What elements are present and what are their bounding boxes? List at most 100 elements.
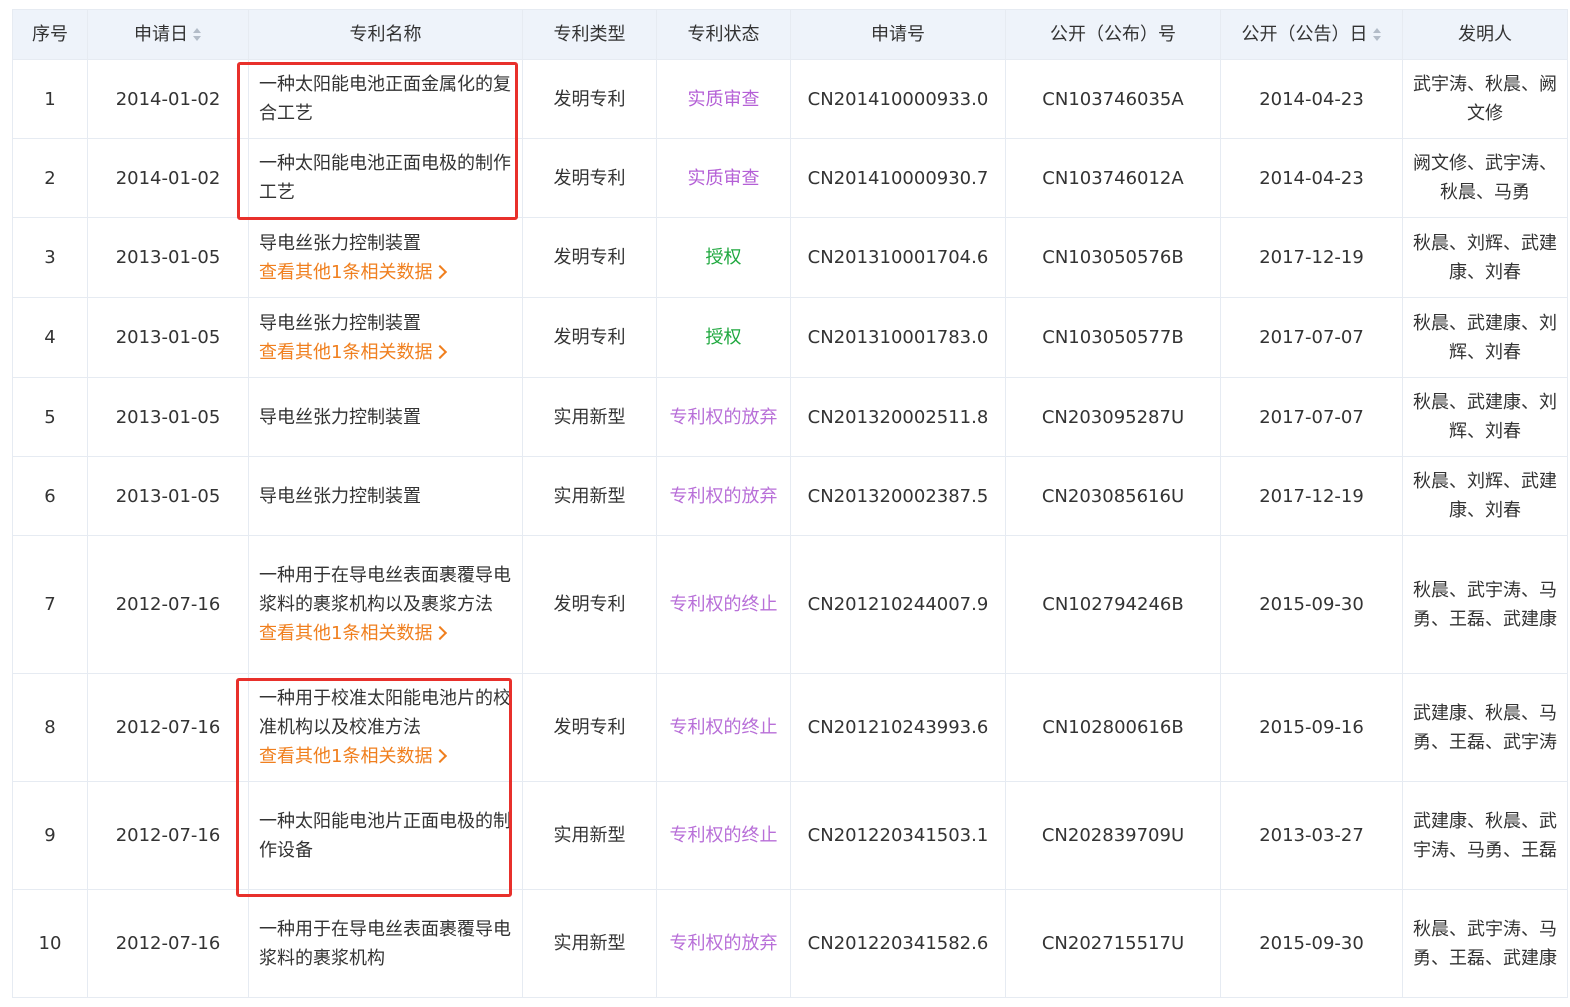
cell-pub-date-text: 2017-12-19 [1259,247,1364,268]
patent-name-text: 一种用于在导电丝表面裹覆导电浆料的裹浆机构 [259,918,511,969]
cell-patent-status-text: 专利权的终止 [669,717,778,738]
cell-pub-date-text: 2017-07-07 [1259,327,1364,348]
cell-app-no-text: CN201410000930.7 [807,167,989,189]
patent-name-text: 一种太阳能电池正面电极的制作工艺 [259,153,511,203]
cell-pub-date: 2015-09-30 [1220,535,1403,674]
cell-pub-no-text: CN203085616U [1041,485,1185,507]
cell-app-no: CN201320002511.8 [790,377,1006,457]
cell-pub-date-text: 2017-07-07 [1259,406,1364,428]
cell-inventors: 秋晨、刘辉、武建康、刘春 [1402,456,1568,536]
cell-patent-type-text: 发明专利 [553,167,626,189]
related-data-link[interactable]: 查看其他1条相关数据 [259,742,516,771]
patent-name-text: 导电丝张力控制装置 [259,406,421,428]
related-data-link[interactable]: 查看其他1条相关数据 [259,338,516,367]
cell-patent-type: 发明专利 [522,217,657,298]
cell-no: 5 [12,377,88,457]
cell-pub-date-text: 2013-03-27 [1259,825,1364,846]
patent-table-wrapper: 序号 申请日 专利名称 专利类型 专利状态 申请号 公开（公布）号 公开（公告）日 发明人 1 2… [12,9,1568,998]
header-col-inventors: 发明人 [1402,9,1568,60]
cell-app-no-text: CN201220341582.6 [807,933,989,954]
cell-pub-date-text: 2015-09-30 [1259,933,1364,954]
table-row: 1 2014-01-02 一种太阳能电池正面金属化的复合工艺 发明专利 实质审查 CN20… [12,59,1568,139]
cell-app-no-text: CN201310001704.6 [807,247,989,268]
cell-pub-no-text: CN202715517U [1041,933,1185,954]
cell-patent-type: 实用新型 [522,377,657,457]
cell-app-date-text: 2014-01-02 [115,88,221,110]
header-col-pub-no: 公开（公布）号 [1005,9,1221,60]
cell-app-date-text: 2014-01-02 [115,167,221,189]
header-label: 申请日 [134,24,188,45]
cell-no-text: 6 [44,485,56,507]
sort-icon[interactable] [192,27,202,43]
cell-patent-name: 一种用于在导电丝表面裹覆导电浆料的裹浆机构以及裹浆方法 查看其他1条相关数据 [248,535,523,674]
cell-app-no-text: CN201210244007.9 [807,594,989,615]
cell-app-no: CN201410000930.7 [790,138,1006,218]
cell-app-date: 2012-07-16 [87,781,249,890]
cell-pub-date: 2015-09-30 [1220,889,1403,998]
cell-inventors: 武建康、秋晨、武宇涛、马勇、王磊 [1402,781,1568,890]
cell-patent-name: 一种太阳能电池正面电极的制作工艺 [248,138,523,218]
cell-pub-no-text: CN103050576B [1042,247,1184,268]
cell-patent-status: 实质审查 [656,138,791,218]
cell-app-no: CN201210243993.6 [790,673,1006,782]
cell-inventors: 武建康、秋晨、马勇、王磊、武宇涛 [1402,673,1568,782]
table-row: 5 2013-01-05 导电丝张力控制装置 实用新型 专利权的放弃 CN20132000… [12,377,1568,457]
cell-no-text: 3 [44,247,56,268]
cell-patent-type-text: 实用新型 [553,406,626,428]
cell-patent-name: 一种用于校准太阳能电池片的校准机构以及校准方法 查看其他1条相关数据 [248,673,523,782]
cell-pub-date-text: 2014-04-23 [1259,88,1364,110]
related-data-link[interactable]: 查看其他1条相关数据 [259,258,516,287]
cell-app-no-text: CN201210243993.6 [807,717,989,738]
header-col-app-date[interactable]: 申请日 [87,9,249,60]
cell-patent-type-text: 发明专利 [553,594,626,615]
cell-no: 6 [12,456,88,536]
sort-icon[interactable] [1372,27,1382,43]
cell-pub-no: CN202715517U [1005,889,1221,998]
header-col-pub-date[interactable]: 公开（公告）日 [1220,9,1403,60]
cell-pub-no: CN103746035A [1005,59,1221,139]
cell-app-date-text: 2013-01-05 [115,247,221,268]
cell-pub-date: 2013-03-27 [1220,781,1403,890]
cell-patent-type-text: 发明专利 [553,717,626,738]
cell-inventors: 秋晨、武建康、刘辉、刘春 [1402,377,1568,457]
cell-patent-type: 发明专利 [522,59,657,139]
cell-app-no: CN201410000933.0 [790,59,1006,139]
cell-inventors: 阙文修、武宇涛、秋晨、马勇 [1402,138,1568,218]
cell-app-date: 2012-07-16 [87,673,249,782]
cell-patent-type: 发明专利 [522,673,657,782]
cell-no: 7 [12,535,88,674]
cell-inventors: 秋晨、武宇涛、马勇、王磊、武建康 [1402,535,1568,674]
cell-inventors: 秋晨、武建康、刘辉、刘春 [1402,297,1568,378]
cell-patent-type: 发明专利 [522,535,657,674]
header-label: 专利名称 [349,24,422,45]
cell-patent-status-text: 专利权的终止 [669,594,778,615]
cell-no: 8 [12,673,88,782]
table-row: 10 2012-07-16 一种用于在导电丝表面裹覆导电浆料的裹浆机构 实用新型 专利权… [12,889,1568,998]
table-row: 7 2012-07-16 一种用于在导电丝表面裹覆导电浆料的裹浆机构以及裹浆方法 查看… [12,535,1568,674]
patent-name-text: 导电丝张力控制装置 [259,312,421,334]
cell-pub-date-text: 2014-04-23 [1259,167,1364,189]
cell-app-date-text: 2013-01-05 [115,327,221,348]
cell-patent-status-text: 专利权的终止 [669,825,778,846]
cell-patent-status: 专利权的放弃 [656,889,791,998]
related-data-link[interactable]: 查看其他1条相关数据 [259,619,516,648]
cell-no-text: 10 [38,933,62,954]
cell-no: 1 [12,59,88,139]
cell-inventors-text: 秋晨、武宇涛、马勇、王磊、武建康 [1413,918,1557,969]
cell-pub-no: CN202839709U [1005,781,1221,890]
patent-table: 序号 申请日 专利名称 专利类型 专利状态 申请号 公开（公布）号 公开（公告）日 发明人 1 2… [12,9,1568,998]
cell-pub-date: 2014-04-23 [1220,59,1403,139]
cell-app-no: CN201320002387.5 [790,456,1006,536]
cell-patent-status: 授权 [656,217,791,298]
chevron-right-icon [433,748,448,764]
cell-pub-no: CN203095287U [1005,377,1221,457]
cell-pub-no: CN203085616U [1005,456,1221,536]
cell-app-date: 2014-01-02 [87,59,249,139]
cell-inventors-text: 秋晨、刘辉、武建康、刘春 [1413,471,1557,521]
cell-app-date: 2012-07-16 [87,535,249,674]
cell-patent-status: 专利权的放弃 [656,377,791,457]
cell-app-no: CN201220341503.1 [790,781,1006,890]
cell-app-no: CN201310001783.0 [790,297,1006,378]
cell-app-date-text: 2012-07-16 [115,933,221,954]
cell-app-no-text: CN201410000933.0 [807,88,989,110]
